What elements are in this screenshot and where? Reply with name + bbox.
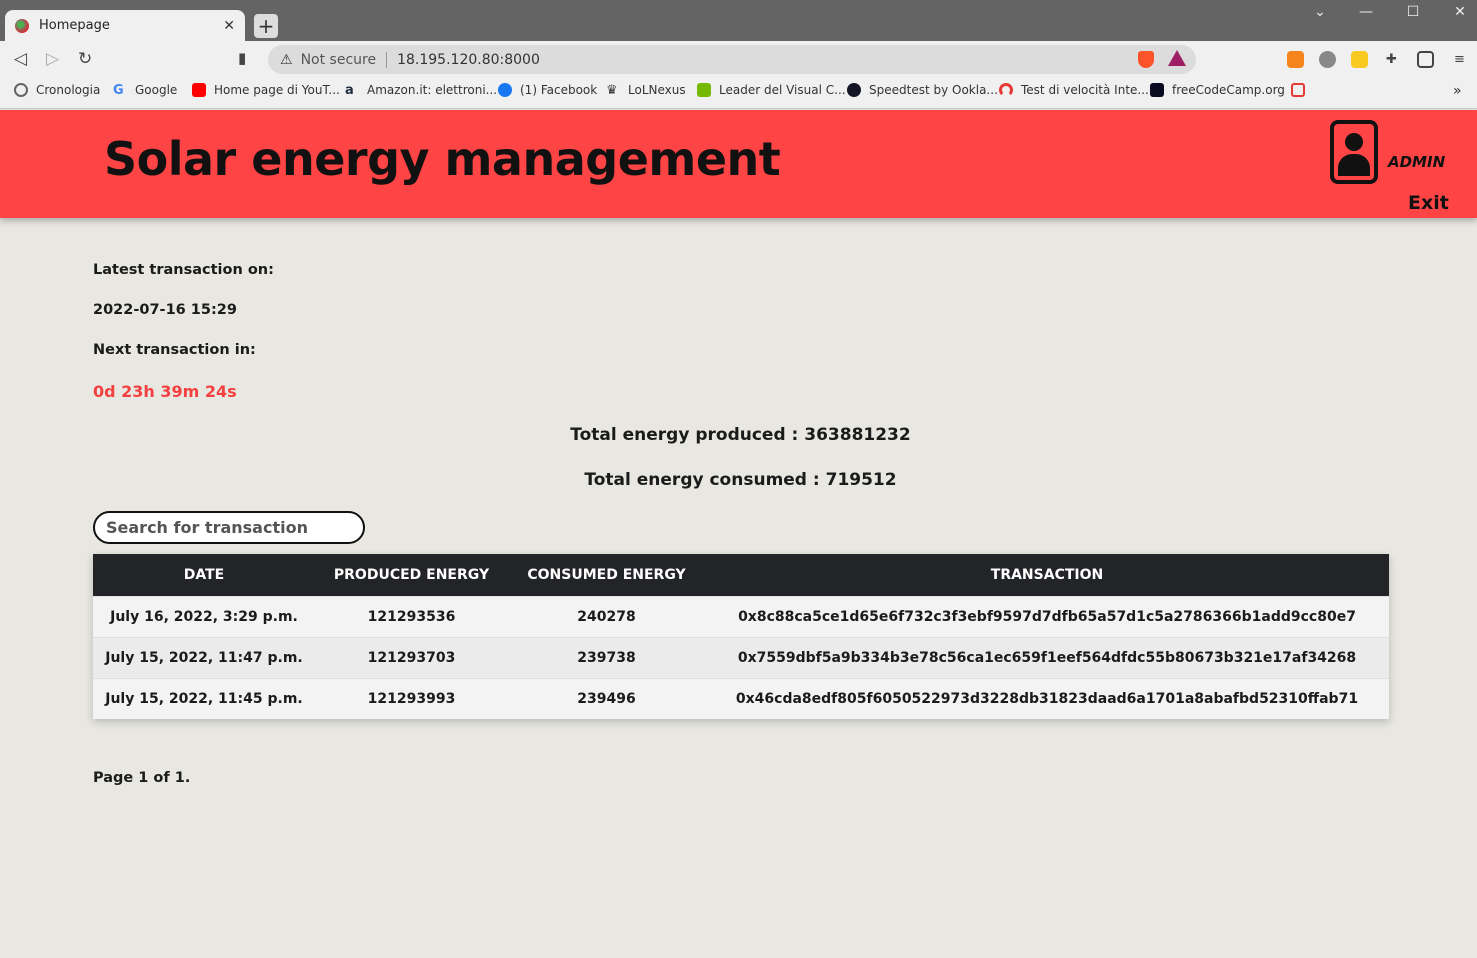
brave-shields-icon[interactable] xyxy=(1138,51,1154,68)
url-text[interactable]: 18.195.120.80:8000 xyxy=(397,52,540,68)
warning-icon: ⚠ xyxy=(280,51,293,68)
menu-icon[interactable]: ≡ xyxy=(1451,51,1468,68)
pagination-text: Page 1 of 1. xyxy=(93,770,191,786)
brave-rewards-icon[interactable] xyxy=(1168,50,1186,66)
cell-date: July 15, 2022, 11:45 p.m. xyxy=(93,677,315,719)
bookmark-extra-icon xyxy=(1291,83,1305,97)
puzzle-icon[interactable]: ✚ xyxy=(1383,51,1400,68)
countdown-timer: 0d 23h 39m 24s xyxy=(93,382,237,401)
latest-transaction-label: Latest transaction on: xyxy=(93,262,274,278)
trophy-icon: ♛ xyxy=(606,83,618,98)
new-tab-button[interactable]: + xyxy=(254,14,278,38)
column-header-consumed[interactable]: CONSUMED ENERGY xyxy=(508,554,705,596)
extension-icon[interactable] xyxy=(1319,51,1336,68)
metamask-icon[interactable] xyxy=(1287,51,1304,68)
google-icon: G xyxy=(113,83,124,98)
cell-consumed: 239738 xyxy=(508,636,705,678)
cell-transaction: 0x8c88ca5ce1d65e6f732c3f3ebf9597d7dfb65a… xyxy=(705,595,1389,637)
search-input[interactable] xyxy=(93,511,365,544)
column-header-produced[interactable]: PRODUCED ENERGY xyxy=(315,554,508,596)
bookmark-item[interactable]: a Amazon.it: elettroni... xyxy=(345,83,497,98)
browser-tab-bar: Homepage ✕ + ⌄ — ☐ ✕ xyxy=(0,0,1477,41)
bookmark-item[interactable]: ♛ LoLNexus xyxy=(606,83,686,98)
cell-consumed: 240278 xyxy=(508,595,705,637)
transactions-table: DATE PRODUCED ENERGY CONSUMED ENERGY TRA… xyxy=(93,554,1389,719)
speed-gauge-icon xyxy=(999,83,1013,97)
bookmark-item[interactable]: Speedtest by Ookla... xyxy=(847,83,998,97)
cell-transaction: 0x46cda8edf805f6050522973d3228db31823daa… xyxy=(705,677,1389,719)
amazon-icon: a xyxy=(345,83,354,98)
table-row[interactable]: July 15, 2022, 11:45 p.m. 121293993 2394… xyxy=(93,677,1389,719)
more-bookmarks-icon[interactable]: » xyxy=(1453,83,1462,99)
reload-icon[interactable]: ↻ xyxy=(78,49,92,69)
address-bar[interactable]: ⚠ Not secure 18.195.120.80:8000 xyxy=(268,45,1196,74)
nvidia-icon xyxy=(697,83,711,97)
cell-produced: 121293703 xyxy=(315,636,508,678)
extension-w-icon[interactable] xyxy=(1351,51,1368,68)
bookmarks-bar: Cronologia G Google Home page di YouT... … xyxy=(0,77,1477,109)
close-tab-icon[interactable]: ✕ xyxy=(223,18,235,34)
freecodecamp-icon xyxy=(1150,83,1164,97)
cell-transaction: 0x7559dbf5a9b334b3e78c56ca1ec659f1eef564… xyxy=(705,636,1389,678)
site-favicon-icon xyxy=(15,18,29,33)
close-window-icon[interactable]: ✕ xyxy=(1440,4,1477,20)
table-row[interactable]: July 16, 2022, 3:29 p.m. 121293536 24027… xyxy=(93,595,1389,637)
next-transaction-label: Next transaction in: xyxy=(93,342,256,358)
table-header-row: DATE PRODUCED ENERGY CONSUMED ENERGY TRA… xyxy=(93,554,1389,596)
bookmark-item[interactable]: freeCodeCamp.org xyxy=(1150,83,1285,97)
username-label: ADMIN xyxy=(1388,153,1446,171)
total-energy-consumed: Total energy consumed : 719512 xyxy=(584,470,897,490)
user-avatar-icon[interactable] xyxy=(1330,120,1378,184)
exit-link[interactable]: Exit xyxy=(1408,192,1449,214)
cell-date: July 16, 2022, 3:29 p.m. xyxy=(93,595,315,637)
site-header: Solar energy management ADMIN Exit xyxy=(0,110,1477,218)
browser-toolbar: ◁ ▷ ↻ ▮ ⚠ Not secure 18.195.120.80:8000 … xyxy=(0,41,1477,77)
forward-icon[interactable]: ▷ xyxy=(46,49,59,69)
bookmark-item[interactable]: Cronologia xyxy=(14,83,100,97)
table-row[interactable]: July 15, 2022, 11:47 p.m. 121293703 2397… xyxy=(93,636,1389,678)
cell-consumed: 239496 xyxy=(508,677,705,719)
facebook-icon xyxy=(498,83,512,97)
bookmark-item[interactable]: G Google xyxy=(113,83,177,98)
bookmark-item[interactable] xyxy=(1291,83,1313,97)
wallet-icon[interactable] xyxy=(1417,51,1434,68)
tab-title: Homepage xyxy=(39,18,110,33)
total-energy-produced: Total energy produced : 363881232 xyxy=(570,425,911,445)
bookmark-item[interactable]: (1) Facebook xyxy=(498,83,597,97)
maximize-icon[interactable]: ☐ xyxy=(1393,4,1433,20)
cell-produced: 121293536 xyxy=(315,595,508,637)
back-icon[interactable]: ◁ xyxy=(14,49,27,69)
bookmark-item[interactable]: Leader del Visual C... xyxy=(697,83,846,97)
browser-tab[interactable]: Homepage ✕ xyxy=(5,10,245,41)
youtube-icon xyxy=(192,83,206,97)
column-header-transaction[interactable]: TRANSACTION xyxy=(705,554,1389,596)
history-icon xyxy=(14,83,28,97)
minimize-icon[interactable]: — xyxy=(1346,4,1386,20)
cell-date: July 15, 2022, 11:47 p.m. xyxy=(93,636,315,678)
bookmark-icon[interactable]: ▮ xyxy=(238,49,246,67)
bookmark-item[interactable]: Test di velocità Inte... xyxy=(999,83,1149,97)
column-header-date[interactable]: DATE xyxy=(93,554,315,596)
speedtest-icon xyxy=(847,83,861,97)
cell-produced: 121293993 xyxy=(315,677,508,719)
latest-transaction-value: 2022-07-16 15:29 xyxy=(93,302,237,318)
tab-search-icon[interactable]: ⌄ xyxy=(1300,4,1340,20)
page-title: Solar energy management xyxy=(104,132,781,186)
bookmark-item[interactable]: Home page di YouT... xyxy=(192,83,340,97)
not-secure-label: Not secure xyxy=(301,51,388,68)
